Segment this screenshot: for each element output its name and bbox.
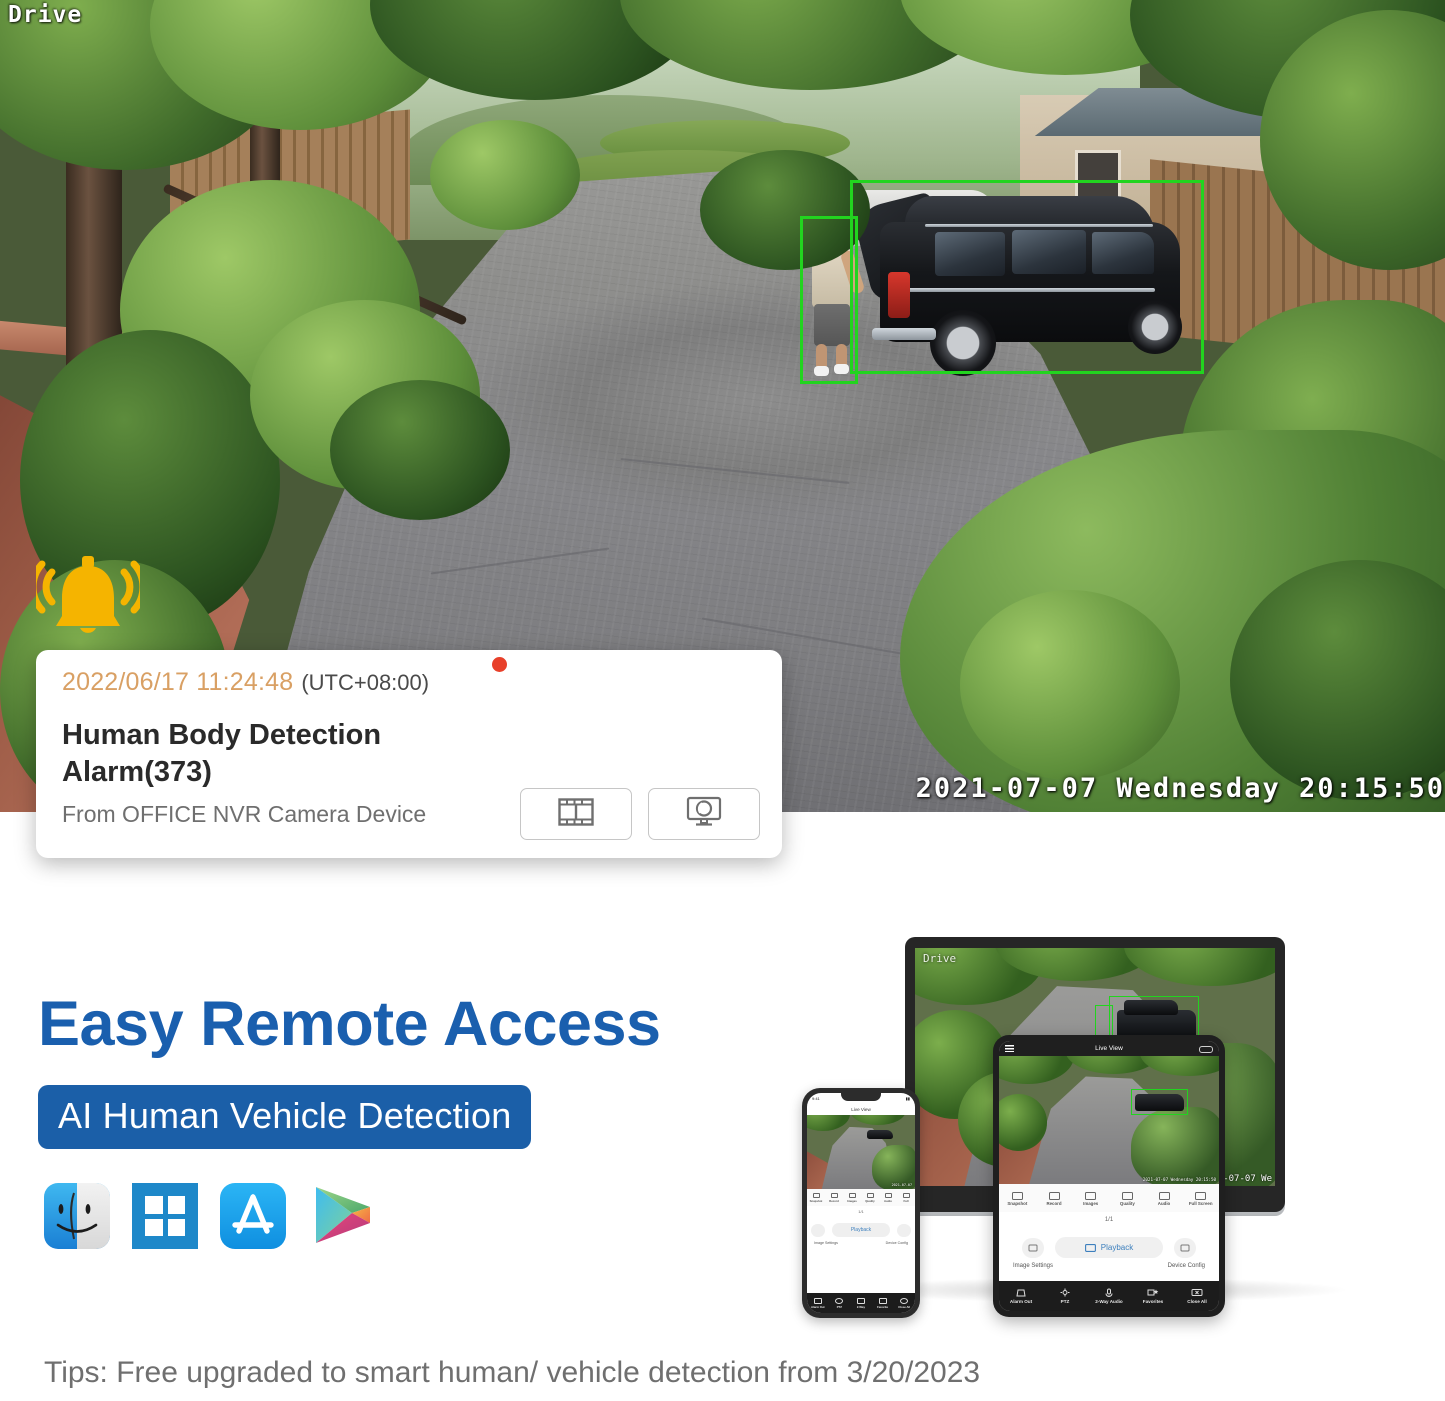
tablet-tool-snapshot[interactable]: Snapshot — [999, 1190, 1036, 1206]
phone-scene: 2021-07-07 — [807, 1115, 915, 1189]
tablet-actions: Playback — [999, 1237, 1219, 1258]
tablet-tool-audio[interactable]: Audio — [1146, 1190, 1183, 1206]
page-headline: Easy Remote Access — [38, 989, 661, 1059]
camera-timestamp-overlay: 2021-07-07 Wednesday 20:15:50 — [915, 773, 1445, 804]
windows-icon[interactable] — [132, 1183, 198, 1249]
scene-shrub — [430, 120, 580, 230]
tablet-image-settings-button[interactable] — [1022, 1237, 1044, 1258]
monitor-channel-label: Drive — [923, 952, 957, 965]
tablet-device-config-button[interactable] — [1174, 1237, 1196, 1258]
tablet-nav-close-all[interactable]: Close All — [1175, 1288, 1219, 1304]
tablet-bottom-nav[interactable]: Alarm Out PTZ 2-Way Audio Favorites Clos… — [999, 1281, 1219, 1311]
alarm-out-icon — [1015, 1288, 1027, 1297]
hamburger-menu-icon[interactable] — [1005, 1045, 1014, 1052]
alarm-source-device: From OFFICE NVR Camera Device — [62, 800, 427, 827]
phone-tool[interactable]: Record — [825, 1192, 843, 1203]
camera-channel-label: Drive — [8, 2, 83, 28]
phone-tool[interactable]: Images — [843, 1192, 861, 1203]
alarm-time-row: 2022/06/17 11:24:48 (UTC+08:00) — [62, 657, 760, 697]
tablet-title: Live View — [1095, 1045, 1123, 1052]
alarm-notification-card[interactable]: 2022/06/17 11:24:48 (UTC+08:00) Human Bo… — [36, 650, 782, 858]
scene-foliage — [960, 590, 1180, 780]
tip-text: Tips: Free upgraded to smart human/ vehi… — [44, 1356, 981, 1389]
alarm-card-footer: From OFFICE NVR Camera Device — [62, 788, 760, 840]
tablet-action-labels: Image Settings Device Config — [999, 1263, 1219, 1269]
alarm-bell-icon — [29, 550, 147, 646]
tablet-nav-alarm-out[interactable]: Alarm Out — [999, 1288, 1043, 1304]
alarm-timezone: (UTC+08:00) — [301, 670, 430, 695]
tablet-header: Live View — [999, 1041, 1219, 1056]
ptz-icon — [1059, 1288, 1071, 1297]
unread-status-dot — [492, 657, 507, 672]
phone-bottom-nav[interactable]: Alarm Out PTZ 2-Way Favorite Close All — [807, 1293, 915, 1313]
phone-nav-item[interactable]: Favorite — [872, 1297, 894, 1309]
tablet-device[interactable]: Live View 2021-07-07 Wednesday 20:15:50 — [993, 1035, 1225, 1317]
favorites-icon — [1147, 1288, 1159, 1297]
macos-finder-icon[interactable] — [44, 1183, 110, 1249]
phone-playback-button[interactable]: Playback — [832, 1223, 890, 1237]
app-store-icon[interactable] — [220, 1183, 286, 1249]
phone-page-indicator: 1/1 — [858, 1209, 864, 1214]
monitor-camera-icon — [686, 796, 722, 832]
tablet-nav-two-way-audio[interactable]: 2-Way Audio — [1087, 1288, 1131, 1304]
phone-tool[interactable]: Snapshot — [807, 1192, 825, 1203]
two-way-audio-icon — [1103, 1288, 1115, 1297]
alarm-datetime: 2022/06/17 11:24:48 — [62, 668, 294, 696]
battery-icon — [1199, 1045, 1213, 1053]
playback-icon — [1084, 1243, 1096, 1252]
film-strip-icon — [558, 797, 594, 832]
phone-tool[interactable]: Quality — [861, 1192, 879, 1203]
phone-title: Live View — [851, 1107, 871, 1112]
page-root: Drive 2021-07-07 Wednesday 20:15:50 2022… — [0, 0, 1445, 1401]
tablet-scene: 2021-07-07 Wednesday 20:15:50 — [999, 1056, 1219, 1184]
phone-image-settings-label: Image Settings — [814, 1241, 838, 1245]
tablet-nav-favorites[interactable]: Favorites — [1131, 1288, 1175, 1304]
smartphone-device[interactable]: 9:41 ▮▮ Live View 2021-07-07 Snapshot Rec… — [802, 1088, 920, 1318]
tablet-vehicle-box — [1131, 1089, 1189, 1115]
tablet-image-settings-label: Image Settings — [1013, 1263, 1054, 1269]
video-clip-button[interactable] — [520, 788, 632, 840]
tablet-playback-label: Playback — [1100, 1243, 1134, 1252]
alarm-title: Human Body Detection Alarm(373) — [62, 719, 382, 789]
tablet-tool-record[interactable]: Record — [1036, 1190, 1073, 1206]
phone-tool[interactable]: Full — [897, 1192, 915, 1203]
tablet-page-indicator: 1/1 — [1104, 1217, 1114, 1223]
live-view-button[interactable] — [648, 788, 760, 840]
tablet-screen[interactable]: Live View 2021-07-07 Wednesday 20:15:50 — [999, 1041, 1219, 1311]
phone-nav-item[interactable]: Alarm Out — [807, 1297, 829, 1309]
tablet-device-config-label: Device Config — [1167, 1263, 1205, 1269]
phone-device-config-label: Device Config — [885, 1241, 908, 1245]
tablet-toolbar[interactable]: Snapshot Record Images Quality Audio Ful… — [999, 1184, 1219, 1212]
phone-image-settings-button[interactable] — [811, 1223, 825, 1237]
phone-device-config-button[interactable] — [897, 1223, 911, 1237]
phone-tool[interactable]: Audio — [879, 1192, 897, 1203]
scene-shrub — [330, 380, 510, 520]
tablet-nav-ptz[interactable]: PTZ — [1043, 1288, 1087, 1304]
phone-nav-item[interactable]: 2-Way — [850, 1297, 872, 1309]
google-play-icon[interactable] — [308, 1183, 378, 1249]
tablet-tool-fullscreen[interactable]: Full Screen — [1182, 1190, 1219, 1206]
feature-badge: AI Human Vehicle Detection — [38, 1085, 532, 1149]
phone-action-labels: Image Settings Device Config — [807, 1241, 915, 1245]
phone-screen[interactable]: 9:41 ▮▮ Live View 2021-07-07 Snapshot Rec… — [807, 1093, 915, 1313]
phone-status-bar: 9:41 ▮▮ — [812, 1096, 910, 1101]
device-mockup-group: 2021-07-07 We Drive 9:41 ▮▮ Live View 202… — [790, 925, 1435, 1325]
platform-icons-row — [44, 1183, 378, 1249]
alarm-action-buttons — [520, 788, 760, 840]
phone-nav-item[interactable]: PTZ — [829, 1297, 851, 1309]
tablet-timestamp: 2021-07-07 Wednesday 20:15:50 — [1142, 1177, 1216, 1182]
tablet-tool-quality[interactable]: Quality — [1109, 1190, 1146, 1206]
phone-nav-item[interactable]: Close All — [893, 1297, 915, 1309]
tablet-playback-button[interactable]: Playback — [1055, 1237, 1163, 1258]
tablet-tool-images[interactable]: Images — [1072, 1190, 1109, 1206]
vehicle-detection-box — [850, 180, 1204, 374]
phone-toolbar[interactable]: Snapshot Record Images Quality Audio Ful… — [807, 1189, 915, 1206]
phone-actions: Playback — [807, 1223, 915, 1237]
close-all-icon — [1191, 1288, 1203, 1297]
